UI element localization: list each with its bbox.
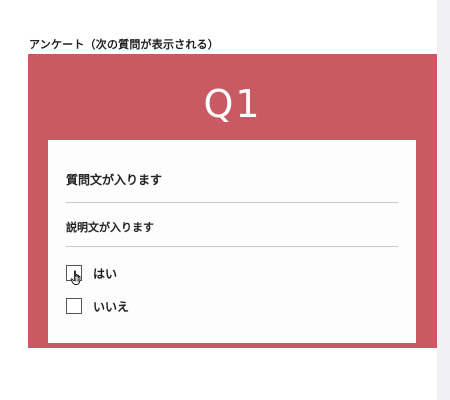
option-no[interactable]: いいえ <box>66 297 129 315</box>
option-yes[interactable]: はい <box>66 264 118 285</box>
option-yes-label: はい <box>93 266 118 281</box>
survey-page: アンケート（次の質問が表示される） Q1 質問文が入ります 説明文が入ります は… <box>0 0 437 400</box>
no-checkbox[interactable] <box>66 298 82 314</box>
description-text: 説明文が入ります <box>66 221 154 234</box>
hand-pointer-icon <box>70 270 81 285</box>
option-no-label: いいえ <box>93 299 130 314</box>
description-divider <box>66 246 398 247</box>
question-text: 質問文が入ります <box>66 173 163 187</box>
page-gutter <box>437 0 450 400</box>
question-card: 質問文が入ります 説明文が入ります はい いいえ <box>48 140 416 343</box>
page-heading: アンケート（次の質問が表示される） <box>29 38 219 51</box>
yes-checkbox[interactable] <box>66 265 82 285</box>
question-number: Q1 <box>203 82 262 126</box>
question-divider <box>66 202 398 203</box>
